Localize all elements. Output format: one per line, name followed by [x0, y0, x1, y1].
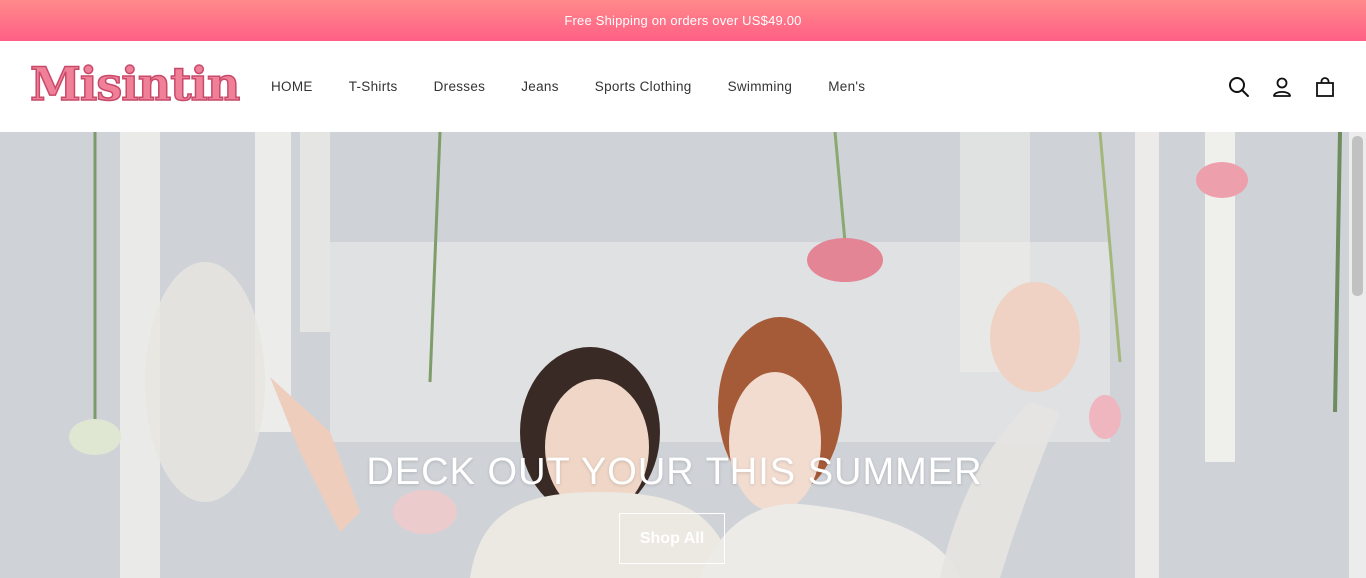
scrollbar-thumb[interactable]	[1352, 136, 1363, 296]
nav-item-home[interactable]: HOME	[271, 79, 313, 94]
hero-photo	[0, 132, 1366, 578]
hero-title: DECK OUT YOUR THIS SUMMER	[366, 451, 983, 493]
nav-item-swimming[interactable]: Swimming	[728, 79, 793, 94]
nav-item-jeans[interactable]: Jeans	[521, 79, 559, 94]
nav-item-mens[interactable]: Men's	[828, 79, 865, 94]
search-icon[interactable]	[1228, 76, 1250, 98]
account-icon[interactable]	[1271, 76, 1293, 98]
nav-item-sports-clothing[interactable]: Sports Clothing	[595, 79, 692, 94]
site-logo[interactable]: Misintin	[29, 58, 241, 110]
page-scrollbar[interactable]	[1349, 132, 1366, 578]
header-icons	[1228, 41, 1336, 132]
shop-all-button[interactable]: Shop All	[619, 513, 725, 564]
hero-banner: DECK OUT YOUR THIS SUMMER	[0, 132, 1366, 578]
announcement-text: Free Shipping on orders over US$49.00	[564, 13, 802, 28]
announcement-bar: Free Shipping on orders over US$49.00	[0, 0, 1366, 41]
nav-item-dresses[interactable]: Dresses	[434, 79, 486, 94]
main-nav: HOME T-Shirts Dresses Jeans Sports Cloth…	[271, 41, 901, 132]
cart-icon[interactable]	[1314, 76, 1336, 98]
site-header: Misintin HOME T-Shirts Dresses Jeans Spo…	[0, 41, 1366, 132]
nav-item-t-shirts[interactable]: T-Shirts	[349, 79, 398, 94]
